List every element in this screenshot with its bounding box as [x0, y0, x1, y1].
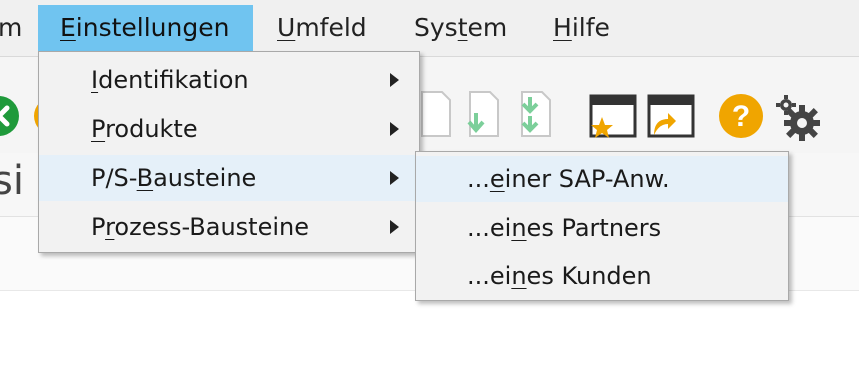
submenu-arrow-icon [390, 220, 399, 234]
label-pre: Sys [414, 13, 458, 42]
menu-item-label: ...eines Partners [467, 214, 662, 242]
submenu-item-kunden[interactable]: ...eines Kunden [416, 253, 788, 299]
submenu-arrow-icon [390, 122, 399, 136]
menubar-item-cut[interactable]: m [0, 5, 22, 51]
settings-gear-icon[interactable] [774, 93, 824, 143]
ps-bausteine-submenu: ...einer SAP-Anw. ...eines Partners ...e… [415, 151, 789, 301]
menu-item-label: ...eines Kunden [467, 262, 652, 290]
label-mnemonic: E [60, 13, 76, 42]
menubar-item-umfeld[interactable]: Umfeld [277, 5, 367, 51]
label-rest: mfeld [295, 13, 367, 42]
menu-item-identifikation[interactable]: Identifikation [39, 57, 419, 103]
help-glyph: ? [732, 100, 750, 133]
label-rest: instellungen [75, 13, 230, 42]
help-icon[interactable]: ? [718, 93, 764, 139]
label-mnemonic: t [457, 13, 468, 42]
label-mnemonic: H [553, 13, 572, 42]
submenu-item-partner[interactable]: ...eines Partners [416, 205, 788, 251]
favorites-window-icon[interactable] [588, 93, 638, 139]
label-mnemonic: U [277, 13, 296, 42]
menu-item-label: ...einer SAP-Anw. [467, 165, 670, 193]
green-exit-icon[interactable] [0, 95, 20, 137]
menu-item-label: P/S-Bausteine [91, 164, 257, 192]
page-title-partial: si [0, 158, 24, 204]
download-doc-icon[interactable] [418, 89, 454, 139]
menubar-item-hilfe[interactable]: Hilfe [553, 5, 610, 51]
menubar-item-system[interactable]: System [414, 5, 507, 51]
download-doc-icon[interactable] [462, 89, 502, 139]
submenu-item-sap-anwendung[interactable]: ...einer SAP-Anw. [416, 156, 788, 202]
label-rest: em [467, 13, 508, 42]
menu-item-label: Prozess-Bausteine [91, 213, 309, 241]
submenu-arrow-icon [390, 73, 399, 87]
menubar-item-einstellungen[interactable]: Einstellungen [38, 5, 253, 51]
menu-item-label: Produkte [91, 115, 198, 143]
shortcut-window-icon[interactable] [646, 93, 696, 139]
menu-item-prozess-bausteine[interactable]: Prozess-Bausteine [39, 204, 419, 250]
menu-bar: m Einstellungen Umfeld System Hilfe [0, 0, 859, 57]
download-doc-double-icon[interactable] [512, 89, 562, 139]
menu-item-produkte[interactable]: Produkte [39, 106, 419, 152]
menu-item-ps-bausteine[interactable]: P/S-Bausteine [39, 155, 419, 201]
submenu-arrow-icon [390, 171, 399, 185]
menubar-item-cut-label: m [0, 13, 23, 42]
menu-item-label: Identifikation [91, 66, 249, 94]
label-rest: ilfe [571, 13, 610, 42]
einstellungen-menu: Identifikation Produkte P/S-Bausteine Pr… [38, 51, 420, 253]
